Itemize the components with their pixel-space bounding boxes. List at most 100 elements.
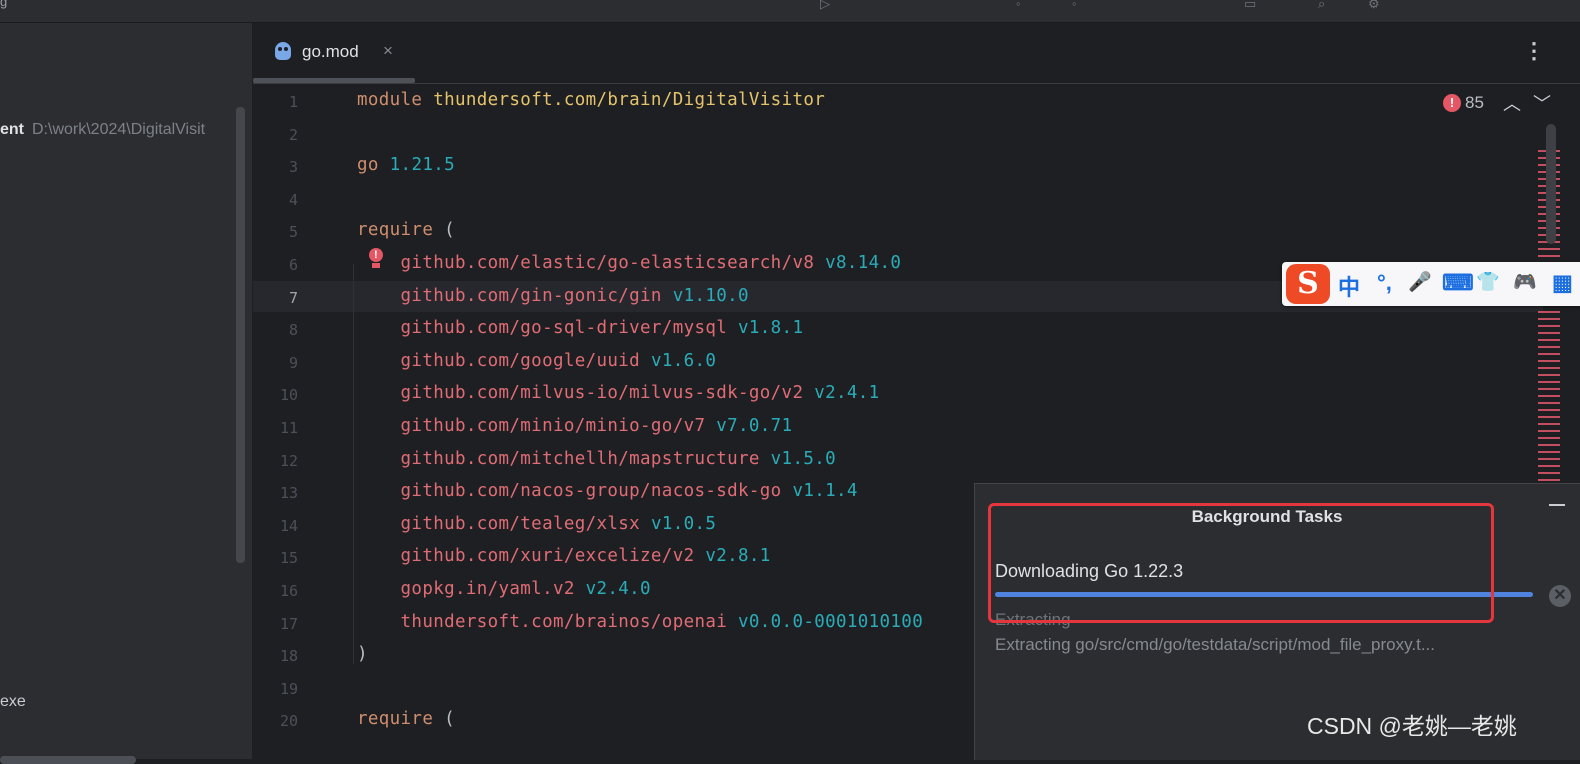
dep-ver-token: v2.4.0	[585, 579, 651, 599]
toolbox-icon[interactable]: ▦	[1552, 270, 1573, 296]
skin-icon[interactable]: 👕	[1476, 270, 1500, 294]
task-detail: Extracting go/src/cmd/go/testdata/script…	[995, 635, 1435, 654]
dep-path-token: github.com/mitchellh/mapstructure	[400, 448, 760, 469]
project-scrollbar[interactable]	[236, 107, 245, 563]
settings-icon[interactable]: ⚙	[1368, 0, 1380, 12]
code-line[interactable]: gopkg.in/yaml.v2 v2.4.0	[357, 579, 651, 599]
project-tree-item[interactable]: ent D:\work\2024\DigitalVisit	[0, 121, 250, 139]
code-text: (	[433, 220, 455, 241]
editor-scrollbar[interactable]	[1546, 124, 1556, 244]
line-number: 9	[288, 353, 298, 372]
dep-ver-token: v7.0.71	[716, 416, 793, 436]
line-number: 11	[279, 419, 298, 437]
line-number: 2	[288, 125, 298, 144]
line-number: 12	[279, 451, 298, 470]
code-line[interactable]: github.com/google/uuid v1.6.0	[357, 351, 716, 371]
close-icon[interactable]: ×	[383, 41, 393, 61]
line-number: 4	[288, 190, 298, 209]
punctuation-mode[interactable]: °,	[1377, 270, 1392, 296]
line-number: 10	[279, 386, 298, 405]
dep-ver-token: v1.1.4	[792, 481, 858, 502]
dep-ver-token: v0.0.0-0001010100	[738, 611, 924, 632]
microphone-icon[interactable]: 🎤	[1408, 270, 1432, 294]
title-bar: g ▷ ◦ ◦ ▭ ⌕ ⚙	[0, 0, 1580, 23]
kw-token: module	[357, 90, 423, 110]
code-line[interactable]: github.com/gin-gonic/gin v1.10.0	[357, 286, 749, 306]
cancel-task-icon[interactable]: ✕	[1549, 585, 1571, 607]
code-line[interactable]: require (	[357, 220, 455, 240]
code-line[interactable]: )	[357, 644, 368, 664]
sogou-logo-icon[interactable]: S	[1286, 264, 1330, 304]
project-tree-item-exe[interactable]: exe	[0, 693, 26, 711]
project-horizontal-scrollbar[interactable]	[0, 756, 136, 764]
dep-ver-token: v2.8.1	[705, 546, 771, 567]
code-line[interactable]: go 1.21.5	[357, 155, 455, 175]
dep-ver-token: v1.8.1	[738, 318, 804, 339]
line-number: 17	[279, 614, 298, 633]
dep-ver-token: v1.10.0	[672, 285, 749, 306]
minimize-icon[interactable]	[1549, 504, 1565, 506]
project-item-path: D:\work\2024\DigitalVisit	[32, 121, 206, 138]
code-line[interactable]: github.com/nacos-group/nacos-sdk-go v1.1…	[357, 481, 858, 501]
dep-path-token: github.com/gin-gonic/gin	[400, 285, 662, 306]
line-number: 8	[288, 321, 298, 340]
toolbar-icon[interactable]: ◦	[1016, 0, 1021, 11]
code-line[interactable]: github.com/elastic/go-elasticsearch/v8 v…	[357, 253, 901, 273]
code-line[interactable]: github.com/go-sql-driver/mysql v1.8.1	[357, 318, 803, 338]
path-token: thundersoft.com/brain/DigitalVisitor	[433, 90, 826, 110]
toolbar-icon[interactable]: ◦	[1072, 0, 1077, 11]
project-panel: ent D:\work\2024\DigitalVisit exe	[0, 23, 253, 764]
ime-language-toggle[interactable]: 中	[1338, 270, 1360, 302]
editor-tab-bar: go.mod × ⋮	[253, 23, 1580, 84]
error-bulb-icon[interactable]: !	[368, 248, 384, 270]
line-number: 3	[288, 158, 298, 177]
dep-ver-token: v8.14.0	[825, 253, 902, 273]
kw-token: require	[357, 709, 434, 730]
project-item-name: ent	[0, 121, 24, 138]
annotation-highlight-box	[988, 503, 1494, 623]
code-line[interactable]: github.com/tealeg/xlsx v1.0.5	[357, 514, 716, 534]
previous-error-icon[interactable]: ︿	[1503, 90, 1521, 116]
code-line[interactable]: thundersoft.com/brainos/openai v0.0.0-00…	[357, 612, 923, 632]
line-number: 14	[279, 516, 298, 535]
run-config-icon[interactable]: ▷	[820, 0, 830, 12]
tab-label: go.mod	[302, 42, 359, 61]
code-line[interactable]: module thundersoft.com/brain/DigitalVisi…	[357, 90, 825, 110]
dep-ver-token: v1.5.0	[770, 448, 836, 469]
translate-icon[interactable]: ▭	[1244, 0, 1256, 12]
title-fragment: g	[0, 0, 8, 9]
code-text: (	[433, 709, 455, 730]
code-line[interactable]: github.com/mitchellh/mapstructure v1.5.0	[357, 449, 836, 469]
search-icon[interactable]: ⌕	[1318, 0, 1325, 12]
more-options-icon[interactable]: ⋮	[1523, 38, 1545, 64]
keyboard-icon[interactable]: ⌨	[1442, 270, 1474, 296]
line-number: 5	[288, 223, 298, 242]
error-icon[interactable]: !	[1443, 94, 1461, 112]
code-text: )	[357, 644, 368, 665]
code-line[interactable]: github.com/milvus-io/milvus-sdk-go/v2 v2…	[357, 383, 880, 403]
line-number: 18	[279, 647, 298, 666]
tab-go-mod[interactable]: go.mod ×	[253, 23, 415, 83]
error-count[interactable]: 85	[1465, 93, 1484, 113]
code-line[interactable]: github.com/xuri/excelize/v2 v2.8.1	[357, 546, 771, 566]
line-number: 1	[288, 93, 298, 111]
go-gopher-icon	[275, 42, 291, 60]
code-line[interactable]: require (	[357, 709, 455, 729]
next-error-icon[interactable]: ﹀	[1533, 90, 1551, 116]
line-number: 20	[279, 712, 298, 731]
gamepad-icon[interactable]: 🎮	[1513, 270, 1537, 294]
code-line[interactable]: github.com/minio/minio-go/v7 v7.0.71	[357, 416, 793, 436]
